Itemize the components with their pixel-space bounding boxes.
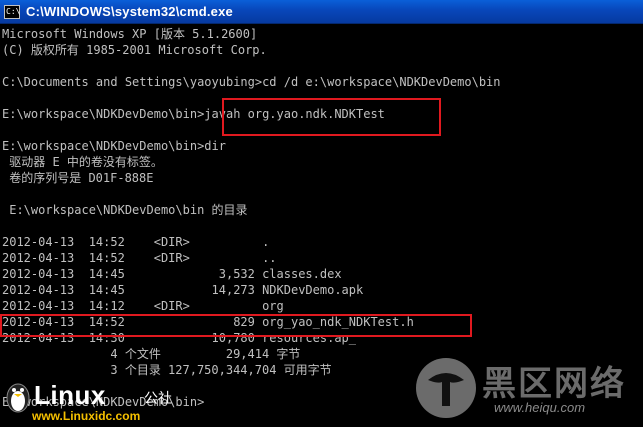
dir-entry: 2012-04-13 14:45 14,273 NDKDevDemo.apk (2, 283, 364, 297)
linux-url-text: www.Linuxidc.com (32, 409, 141, 423)
linux-brand-cn-text: 公社 (144, 391, 172, 407)
console-line: (C) 版权所有 1985-2001 Microsoft Corp. (2, 43, 267, 57)
console-line: E:\workspace\NDKDevDemo\bin 的目录 (2, 203, 248, 217)
title-bar[interactable]: C:\ C:\WINDOWS\system32\cmd.exe (0, 0, 643, 24)
console-line: E:\workspace\NDKDevDemo\bin>dir (2, 139, 226, 153)
heiqu-watermark: 黑区网络 www.heiqu.com (410, 352, 643, 424)
heiqu-url-text: www.heiqu.com (494, 400, 586, 415)
dir-entry: 2012-04-13 14:45 3,532 classes.dex (2, 267, 342, 281)
highlight-box-header-file (0, 314, 472, 337)
highlight-box-javah-command (222, 98, 441, 136)
console-line: Microsoft Windows XP [版本 5.1.2600] (2, 27, 258, 41)
dir-entry: 2012-04-13 14:52 <DIR> .. (2, 251, 277, 265)
penguin-icon (6, 383, 30, 413)
dir-entry: 2012-04-13 14:12 <DIR> org (2, 299, 284, 313)
window-title: C:\WINDOWS\system32\cmd.exe (26, 4, 233, 19)
console-line: C:\Documents and Settings\yaoyubing>cd /… (2, 75, 501, 89)
console-line: 卷的序列号是 D01F-888E (2, 171, 154, 185)
cmd-icon[interactable]: C:\ (4, 4, 20, 19)
console-line: 驱动器 E 中的卷没有标签。 (2, 155, 163, 169)
heiqu-cn-text: 黑区网络 (482, 364, 626, 404)
dir-entry: 2012-04-13 14:52 <DIR> . (2, 235, 270, 249)
heiqu-logo-icon (416, 358, 476, 418)
file-summary: 4 个文件 29,414 字节 (2, 347, 301, 361)
linuxidc-watermark: Linux 公社 www.Linuxidc.com (4, 376, 204, 426)
linux-brand-text: Linux (34, 380, 106, 410)
